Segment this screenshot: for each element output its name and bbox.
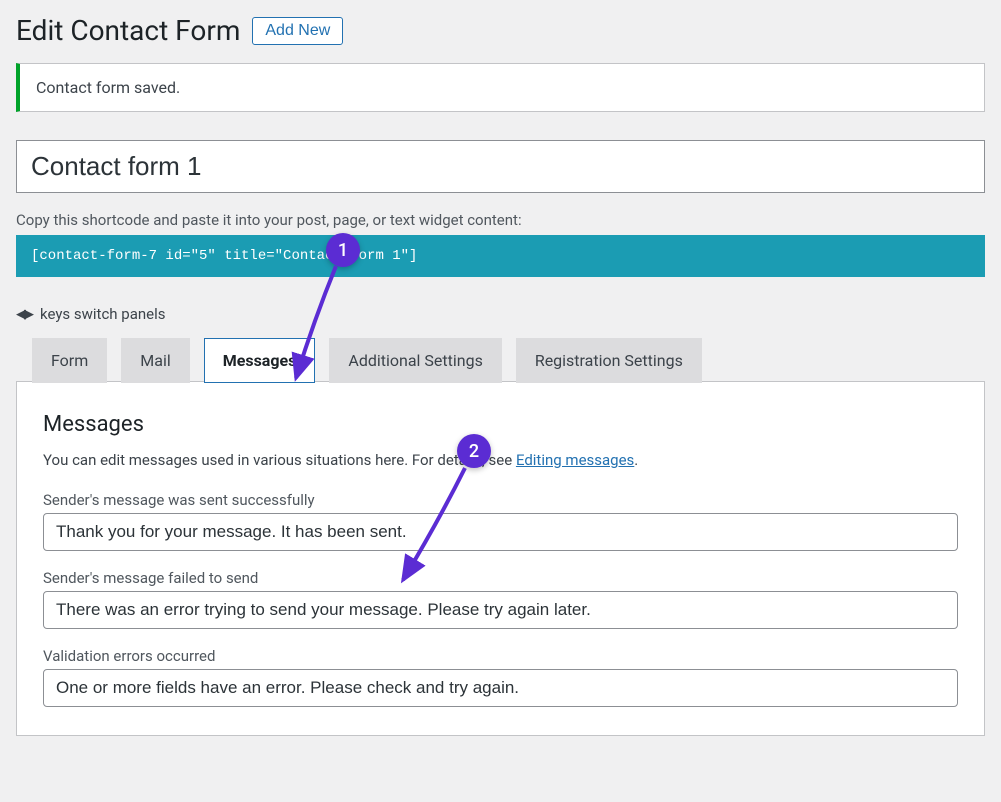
field-label: Validation errors occurred: [43, 647, 958, 665]
add-new-button[interactable]: Add New: [252, 17, 343, 45]
success-notice: Contact form saved.: [16, 63, 985, 112]
field-input-validation-errors[interactable]: [43, 669, 958, 707]
shortcode-box[interactable]: [contact-form-7 id="5" title="Contact fo…: [16, 235, 985, 277]
left-right-arrows-icon: ◀▶: [16, 307, 32, 322]
tab-registration-settings[interactable]: Registration Settings: [516, 338, 702, 383]
panel-intro: You can edit messages used in various si…: [43, 451, 958, 469]
tab-form[interactable]: Form: [32, 338, 107, 383]
field-send-failed: Sender's message failed to send: [43, 569, 958, 629]
panel-heading: Messages: [43, 412, 958, 437]
tab-additional-settings[interactable]: Additional Settings: [329, 338, 501, 383]
messages-panel: Messages You can edit messages used in v…: [16, 381, 985, 736]
tab-messages[interactable]: Messages: [204, 338, 316, 383]
field-validation-errors: Validation errors occurred: [43, 647, 958, 707]
tabs-row: Form Mail Messages Additional Settings R…: [16, 337, 985, 382]
panel-intro-pre: You can edit messages used in various si…: [43, 451, 516, 469]
field-input-sent-success[interactable]: [43, 513, 958, 551]
page-header: Edit Contact Form Add New: [16, 0, 985, 57]
tab-mail[interactable]: Mail: [121, 338, 189, 383]
field-label: Sender's message was sent successfully: [43, 491, 958, 509]
form-title-input[interactable]: [16, 140, 985, 193]
shortcode-label: Copy this shortcode and paste it into yo…: [16, 211, 985, 229]
editing-messages-link[interactable]: Editing messages: [516, 451, 634, 469]
keys-hint-text: keys switch panels: [40, 305, 166, 323]
field-label: Sender's message failed to send: [43, 569, 958, 587]
field-input-send-failed[interactable]: [43, 591, 958, 629]
field-sent-success: Sender's message was sent successfully: [43, 491, 958, 551]
page-title: Edit Contact Form: [16, 14, 240, 47]
panel-intro-post: .: [634, 451, 638, 469]
page-wrap: Edit Contact Form Add New Contact form s…: [16, 0, 985, 736]
keys-hint: ◀▶ keys switch panels: [16, 305, 985, 323]
